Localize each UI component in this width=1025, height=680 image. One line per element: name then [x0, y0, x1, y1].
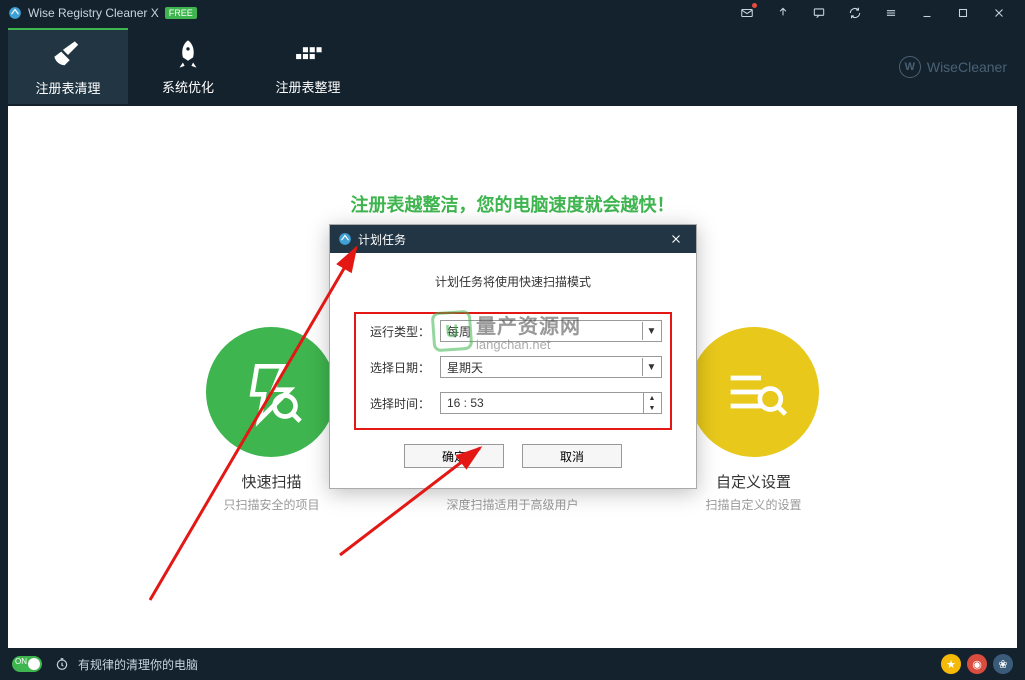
broom-icon [51, 38, 85, 72]
ok-button[interactable]: 确定 [404, 444, 504, 468]
app-logo-icon [8, 6, 22, 20]
dialog-close-button[interactable] [664, 227, 688, 251]
maximize-button[interactable] [945, 0, 981, 26]
upgrade-icon[interactable] [765, 0, 801, 26]
dropdown-caret-icon: ▼ [642, 358, 660, 376]
time-spinner-buttons[interactable]: ▲▼ [643, 393, 660, 413]
mode-desc: 扫描自定义的设置 [705, 496, 801, 513]
clock-icon [54, 656, 70, 672]
run-type-select[interactable]: 每周 ▼ [440, 320, 662, 342]
select-time-spinner[interactable]: 16 : 53 ▲▼ [440, 392, 662, 414]
window-titlebar: Wise Registry Cleaner X FREE [0, 0, 1025, 26]
quick-scan-icon [206, 327, 336, 457]
main-tabbar: 注册表清理 系统优化 注册表整理 W WiseCleaner [0, 26, 1025, 106]
social-weibo-icon[interactable]: ◉ [967, 654, 987, 674]
mail-icon[interactable] [729, 0, 765, 26]
dialog-titlebar[interactable]: 计划任务 [330, 225, 696, 253]
run-type-value: 每周 [447, 323, 471, 340]
feedback-icon[interactable] [801, 0, 837, 26]
brand-label: W WiseCleaner [899, 56, 1007, 78]
select-date-value: 星期天 [447, 359, 483, 376]
schedule-toggle[interactable]: ON [12, 656, 42, 672]
custom-scan-mode[interactable]: 自定义设置 扫描自定义的设置 [689, 327, 819, 513]
mode-title: 自定义设置 [716, 471, 791, 492]
brand-logo-icon: W [899, 56, 921, 78]
mode-title: 快速扫描 [241, 471, 301, 492]
defrag-icon [291, 37, 325, 71]
mode-desc: 深度扫描适用于高级用户 [446, 496, 578, 513]
quick-scan-mode[interactable]: 快速扫描 只扫描安全的项目 [206, 327, 336, 513]
refresh-icon[interactable] [837, 0, 873, 26]
select-time-value: 16 : 53 [447, 396, 484, 410]
select-date-label: 选择日期： [364, 359, 430, 376]
status-bar: ON 有规律的清理你的电脑 ★ ◉ ❀ [0, 648, 1025, 680]
schedule-task-dialog: 计划任务 计划任务将使用快速扫描模式 运行类型： 每周 ▼ 选择日期： 星期天 … [329, 224, 697, 489]
run-type-label: 运行类型： [364, 323, 430, 340]
custom-scan-icon [689, 327, 819, 457]
free-badge: FREE [165, 7, 197, 19]
select-date-select[interactable]: 星期天 ▼ [440, 356, 662, 378]
menu-icon[interactable] [873, 0, 909, 26]
dropdown-caret-icon: ▼ [642, 322, 660, 340]
dialog-title: 计划任务 [358, 231, 406, 248]
dialog-info-text: 计划任务将使用快速扫描模式 [354, 273, 672, 290]
annotation-highlight-box: 运行类型： 每周 ▼ 选择日期： 星期天 ▼ 选择时间： 16 : 53 ▲▼ [354, 312, 672, 430]
headline-text: 注册表越整洁，您的电脑速度就会越快！ [8, 191, 1017, 217]
tab-registry-defrag[interactable]: 注册表整理 [248, 28, 368, 104]
tab-label: 系统优化 [162, 77, 214, 96]
mode-desc: 只扫描安全的项目 [223, 496, 319, 513]
cancel-button[interactable]: 取消 [522, 444, 622, 468]
tab-label: 注册表整理 [275, 77, 340, 96]
status-text: 有规律的清理你的电脑 [78, 656, 198, 673]
app-title: Wise Registry Cleaner X [28, 6, 159, 20]
close-button[interactable] [981, 0, 1017, 26]
tab-system-optimize[interactable]: 系统优化 [128, 28, 248, 104]
dialog-logo-icon [338, 232, 352, 246]
social-qzone-icon[interactable]: ★ [941, 654, 961, 674]
tab-registry-cleaner[interactable]: 注册表清理 [8, 28, 128, 104]
social-tencent-icon[interactable]: ❀ [993, 654, 1013, 674]
select-time-label: 选择时间： [364, 395, 430, 412]
rocket-icon [171, 37, 205, 71]
minimize-button[interactable] [909, 0, 945, 26]
tab-label: 注册表清理 [35, 78, 100, 97]
